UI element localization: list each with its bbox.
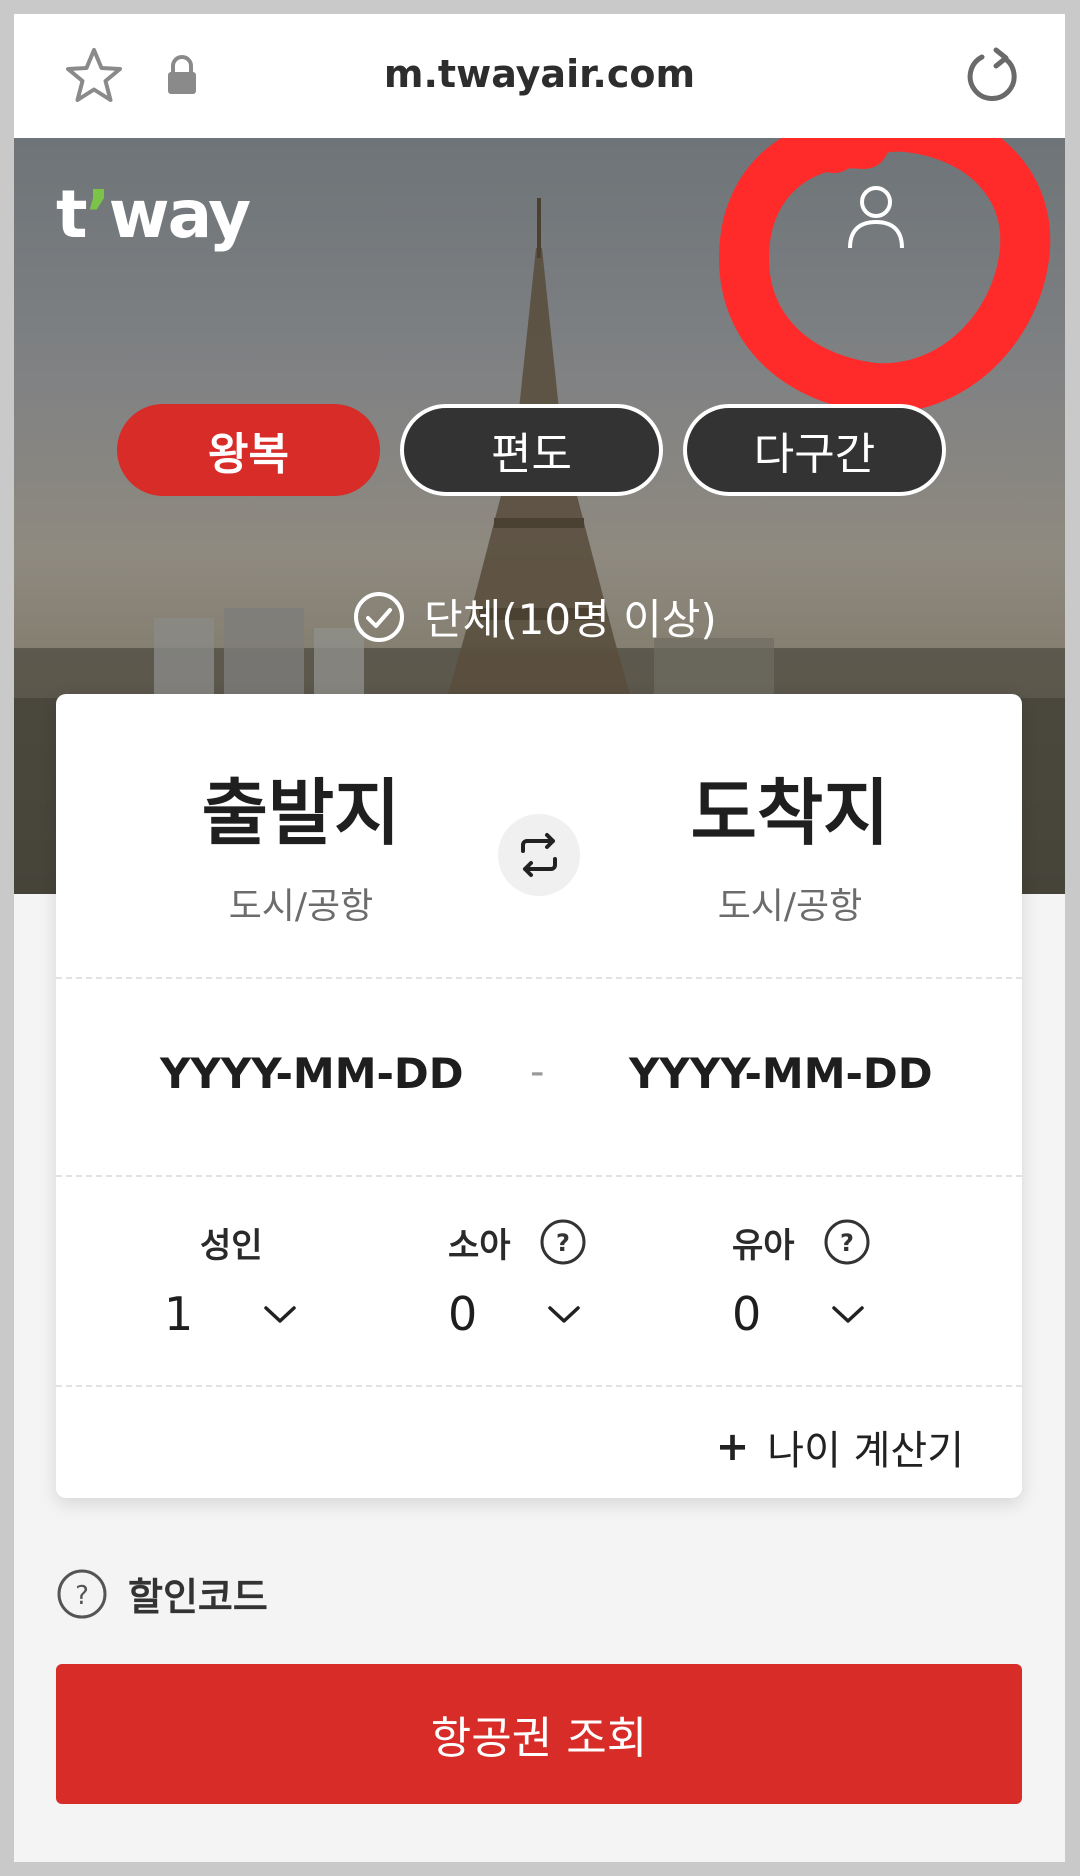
destination-sub: 도시/공항: [717, 886, 863, 927]
date-section: YYYY-MM-DD - YYYY-MM-DD: [56, 977, 1022, 1177]
child-label: 소아: [448, 1225, 511, 1266]
departure-date[interactable]: YYYY-MM-DD: [160, 1049, 464, 1098]
route-section: 출발지 도시/공항 도착지 도시/공항: [56, 694, 1022, 979]
swap-icon: [521, 833, 557, 877]
tway-logo[interactable]: t’way: [56, 176, 251, 253]
adult-selector: 성인 1: [164, 1215, 364, 1341]
origin-sub: 도시/공항: [228, 886, 374, 927]
discount-code[interactable]: ? 할인코드: [56, 1566, 268, 1621]
destination-selector[interactable]: 도착지 도시/공항: [640, 754, 940, 929]
date-separator: -: [530, 1049, 545, 1095]
infant-value: 0: [732, 1287, 762, 1341]
swap-route-button[interactable]: [498, 814, 580, 896]
age-calculator-link[interactable]: + 나이 계산기: [716, 1418, 964, 1476]
child-selector: 소아 ? 0: [448, 1215, 648, 1341]
help-icon[interactable]: ?: [539, 1218, 587, 1266]
svg-text:?: ?: [840, 1229, 854, 1257]
infant-label: 유아: [732, 1225, 795, 1266]
help-icon[interactable]: ?: [823, 1218, 871, 1266]
age-calculator-label: 나이 계산기: [767, 1428, 964, 1474]
browser-address-bar: m.twayair.com: [14, 14, 1065, 138]
return-date[interactable]: YYYY-MM-DD: [629, 1049, 933, 1098]
chevron-down-icon: [548, 1306, 580, 1323]
booking-card: 출발지 도시/공항 도착지 도시/공항 YYYY-MM-DD - YYYY-MM…: [56, 694, 1022, 1498]
reload-icon[interactable]: [960, 44, 1024, 108]
user-icon[interactable]: [844, 180, 908, 252]
origin-title: 출발지: [201, 771, 401, 855]
child-value: 0: [448, 1287, 478, 1341]
help-icon[interactable]: ?: [56, 1568, 108, 1620]
svg-text:?: ?: [556, 1229, 570, 1257]
trip-type-tabs: 왕복 편도 다구간: [117, 404, 946, 496]
chevron-down-icon: [264, 1306, 296, 1323]
child-dropdown[interactable]: 0: [448, 1287, 648, 1341]
adult-dropdown[interactable]: 1: [164, 1287, 364, 1341]
origin-selector[interactable]: 출발지 도시/공항: [151, 754, 451, 929]
search-flights-button[interactable]: 항공권 조회: [56, 1664, 1022, 1804]
tab-round-trip[interactable]: 왕복: [117, 404, 380, 496]
adult-value: 1: [164, 1287, 194, 1341]
group-booking-checkbox[interactable]: 단체(10명 이상): [352, 586, 717, 647]
check-circle-icon: [354, 591, 404, 642]
infant-dropdown[interactable]: 0: [732, 1287, 932, 1341]
infant-selector: 유아 ? 0: [732, 1215, 932, 1341]
plus-icon: +: [715, 1424, 750, 1470]
url-text[interactable]: m.twayair.com: [14, 52, 1065, 96]
passenger-section: 성인 1 소아 ? 0 유아 ? 0: [56, 1175, 1022, 1387]
tab-multi-city[interactable]: 다구간: [683, 404, 946, 496]
group-booking-label: 단체(10명 이상): [424, 595, 717, 644]
adult-label: 성인: [200, 1225, 263, 1266]
chevron-down-icon: [832, 1306, 864, 1323]
discount-code-label: 할인코드: [128, 1575, 268, 1619]
tab-one-way[interactable]: 편도: [400, 404, 663, 496]
destination-title: 도착지: [690, 771, 890, 855]
phone-frame: m.twayair.com t’way 왕복 편도 다구간 단체(10명 이상)…: [14, 14, 1065, 1862]
svg-text:?: ?: [75, 1581, 89, 1611]
